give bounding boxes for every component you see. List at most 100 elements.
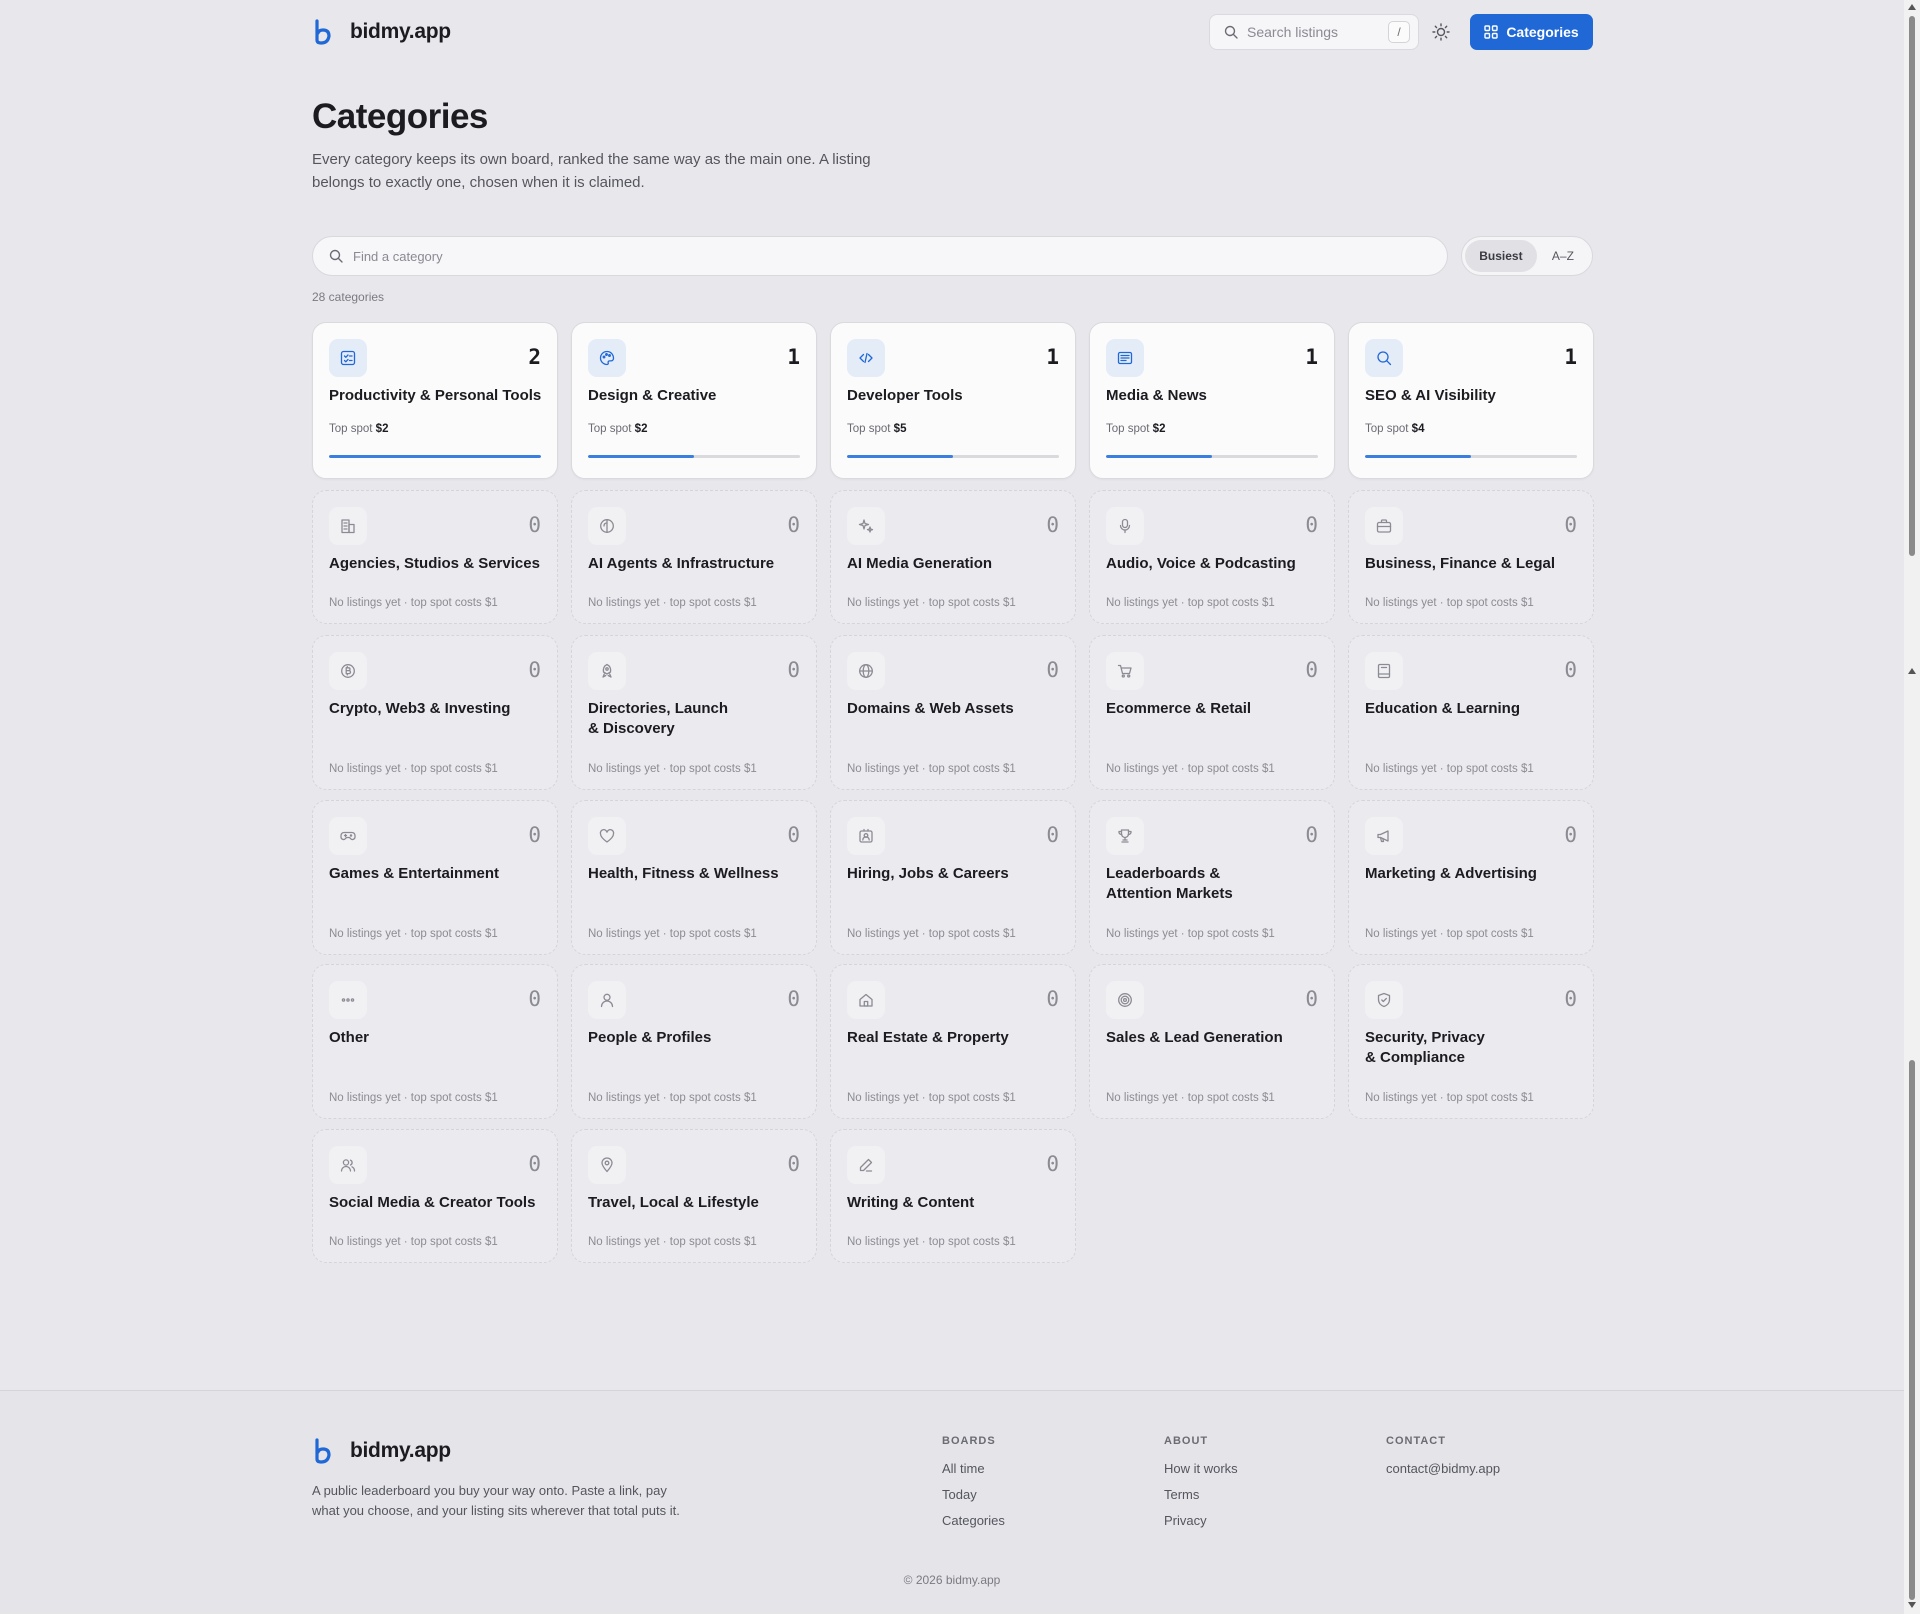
empty-note: No listings yet · top spot costs $1 (847, 1092, 1016, 1104)
category-icon-tile (329, 339, 367, 377)
theme-toggle-button[interactable] (1429, 20, 1453, 44)
category-name: Real Estate & Property (847, 1029, 1009, 1046)
category-card[interactable]: 2 Productivity & Personal Tools Top spot $… (312, 322, 558, 479)
category-card[interactable]: 0 AI Agents & Infrastructure No listings y… (571, 490, 817, 624)
footer-column-contact: CONTACT contact@bidmy.app (1386, 1435, 1500, 1487)
page-scrollbar[interactable] (1904, 0, 1920, 1614)
newspaper-icon (1117, 351, 1133, 365)
footer-link-today[interactable]: Today (942, 1487, 1005, 1502)
brain-icon (600, 519, 614, 533)
category-icon-tile (1365, 981, 1403, 1019)
category-card[interactable]: 0 Real Estate & Property No listings yet ·… (830, 964, 1076, 1119)
map-pin-icon (601, 1157, 613, 1173)
category-icon-tile (329, 981, 367, 1019)
category-icon-tile (847, 817, 885, 855)
category-card[interactable]: 0 Directories, Launch & Discovery No listin… (571, 635, 817, 790)
category-card[interactable]: 0 Marketing & Advertising No listings yet … (1348, 800, 1594, 955)
category-name: Audio, Voice & Podcasting (1106, 555, 1296, 572)
category-card[interactable]: 0 Travel, Local & Lifestyle No listings ye… (571, 1129, 817, 1263)
code-icon (859, 352, 873, 364)
empty-note: No listings yet · top spot costs $1 (1106, 763, 1275, 775)
categories-button[interactable]: Categories (1470, 14, 1593, 50)
category-name: Games & Entertainment (329, 865, 500, 882)
footer-link-how-it-works[interactable]: How it works (1164, 1461, 1238, 1476)
scroll-arrow[interactable] (1908, 668, 1916, 674)
category-card[interactable]: 0 Leaderboards & Attention Markets No listi… (1089, 800, 1335, 955)
category-name: Business, Finance & Legal (1365, 555, 1556, 572)
share-bar (329, 455, 541, 458)
listing-count: 0 (1046, 987, 1059, 1011)
scroll-thumb[interactable] (1909, 16, 1915, 556)
category-icon-tile (588, 981, 626, 1019)
category-card[interactable]: 0 Crypto, Web3 & Investing No listings yet… (312, 635, 558, 790)
category-card[interactable]: 1 Media & News Top spot $2 (1089, 322, 1335, 479)
category-icon-tile (847, 1146, 885, 1184)
category-card[interactable]: 0 Business, Finance & Legal No listings ye… (1348, 490, 1594, 624)
palette-icon (599, 350, 615, 366)
cart-icon (1117, 664, 1132, 678)
footer-link-all-time[interactable]: All time (942, 1461, 1005, 1476)
category-name: Health, Fitness & Wellness (588, 865, 779, 882)
listing-count: 0 (1305, 823, 1318, 847)
category-filter-input[interactable]: Find a category (312, 236, 1448, 276)
search-shortcut-key: / (1388, 21, 1410, 43)
sort-az-option[interactable]: A–Z (1537, 240, 1589, 272)
footer-link-terms[interactable]: Terms (1164, 1487, 1238, 1502)
category-name: Developer Tools (847, 387, 963, 404)
empty-note: No listings yet · top spot costs $1 (329, 763, 498, 775)
category-name: Sales & Lead Generation (1106, 1029, 1283, 1046)
category-card[interactable]: 0 People & Profiles No listings yet · top … (571, 964, 817, 1119)
category-name: Education & Learning (1365, 700, 1521, 717)
category-card[interactable]: 0 Security, Privacy & Compliance No listing… (1348, 964, 1594, 1119)
category-count: 28 categories (312, 290, 385, 304)
category-card[interactable]: 0 Hiring, Jobs & Careers No listings yet ·… (830, 800, 1076, 955)
category-card[interactable]: 0 Sales & Lead Generation No listings yet … (1089, 964, 1335, 1119)
footer-brand-link[interactable]: bidmy.app (312, 1437, 451, 1465)
empty-note: No listings yet · top spot costs $1 (1106, 597, 1275, 609)
category-card[interactable]: 0 Audio, Voice & Podcasting No listings ye… (1089, 490, 1335, 624)
category-card[interactable]: 1 SEO & AI Visibility Top spot $4 (1348, 322, 1594, 479)
category-card[interactable]: 0 Games & Entertainment No listings yet · … (312, 800, 558, 955)
category-icon-tile (847, 652, 885, 690)
category-icon-tile (1106, 507, 1144, 545)
category-card[interactable]: 0 Other No listings yet · top spot costs $… (312, 964, 558, 1119)
category-icon-tile (1365, 507, 1403, 545)
listing-count: 0 (1564, 658, 1577, 682)
users-icon (340, 1159, 356, 1172)
category-card[interactable]: 0 Health, Fitness & Wellness No listings y… (571, 800, 817, 955)
footer-link-privacy[interactable]: Privacy (1164, 1513, 1238, 1528)
search-listings-input[interactable]: Search listings / (1209, 14, 1419, 50)
category-card[interactable]: 0 Writing & Content No listings yet · top … (830, 1129, 1076, 1263)
category-card[interactable]: 0 AI Media Generation No listings yet · to… (830, 490, 1076, 624)
footer-column-about: ABOUT How it works Terms Privacy (1164, 1435, 1238, 1539)
footer-link-categories[interactable]: Categories (942, 1513, 1005, 1528)
category-card[interactable]: 0 Education & Learning No listings yet · t… (1348, 635, 1594, 790)
category-card[interactable]: 0 Agencies, Studios & Services No listings… (312, 490, 558, 624)
brand-name: bidmy.app (350, 20, 451, 43)
category-card[interactable]: 1 Developer Tools Top spot $5 (830, 322, 1076, 479)
empty-note: No listings yet · top spot costs $1 (588, 597, 757, 609)
listing-count: 0 (528, 987, 541, 1011)
footer-link-contact-email[interactable]: contact@bidmy.app (1386, 1461, 1500, 1476)
top-spot-amount: $4 (1411, 423, 1425, 435)
empty-note: No listings yet · top spot costs $1 (1365, 763, 1534, 775)
category-card[interactable]: 0 Ecommerce & Retail No listings yet · top… (1089, 635, 1335, 790)
scroll-down-arrow[interactable] (1908, 1602, 1916, 1608)
category-card[interactable]: 1 Design & Creative Top spot $2 (571, 322, 817, 479)
category-icon-tile (1365, 652, 1403, 690)
listing-count: 1 (787, 345, 800, 369)
category-card[interactable]: 0 Domains & Web Assets No listings yet · t… (830, 635, 1076, 790)
share-bar-fill (588, 455, 694, 458)
category-card[interactable]: 0 Social Media & Creator Tools No listings… (312, 1129, 558, 1263)
share-bar-fill (329, 455, 541, 458)
empty-note: No listings yet · top spot costs $1 (1106, 928, 1275, 940)
scroll-up-arrow[interactable] (1908, 4, 1916, 10)
search-icon (1377, 351, 1392, 366)
brand-logo-link[interactable]: bidmy.app (312, 18, 451, 46)
scroll-thumb[interactable] (1909, 1060, 1915, 1600)
share-bar (1106, 455, 1318, 458)
category-icon-tile (329, 1146, 367, 1184)
grid-icon (1484, 25, 1499, 39)
sort-busiest-option[interactable]: Busiest (1465, 240, 1537, 272)
category-name: SEO & AI Visibility (1365, 387, 1496, 404)
